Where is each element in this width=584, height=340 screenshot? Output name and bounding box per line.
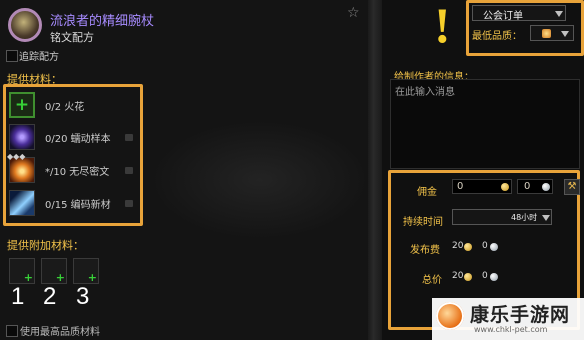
duration-dropdown[interactable]: 48小时 [452,209,552,225]
chevron-down-icon [561,31,569,37]
min-quality-label: 最低品质： [472,31,522,42]
silver-coin-icon [490,243,498,251]
comet-icon[interactable] [9,190,35,216]
silver-coin-icon [542,183,550,191]
order-type-value: 公会订单 [483,11,523,22]
optional-slot-1[interactable]: + [9,258,35,284]
panel-divider [368,0,382,340]
reagent-row[interactable]: 0/20 蠕动样本 [9,123,139,151]
track-recipe-checkbox[interactable] [6,50,18,62]
chevron-down-icon [542,215,550,221]
best-quality-checkbox[interactable] [6,325,18,337]
favorite-star-icon[interactable]: ☆ [347,5,360,21]
reagent-label: 0/20 蠕动样本 [45,134,111,145]
min-quality-dropdown[interactable] [530,25,574,41]
best-quality-label: 使用最高品质材料 [20,327,100,338]
slot-number-1: 1 [11,283,25,310]
hammer-icon[interactable]: ⚒ [564,179,580,195]
watermark: 康乐手游网 www.chkl-pet.com [432,298,584,340]
slot-number-3: 3 [76,283,90,310]
message-box[interactable]: 在此输入消息 [390,79,580,169]
background-glow [150,120,370,240]
reagent-label: */10 无尽密文 [45,167,110,178]
quality-pip-icon: ◆◆◆ [7,152,26,161]
gold-coin-icon [501,183,509,191]
silver-coin-icon [490,273,498,281]
gold-coin-icon [464,243,472,251]
message-placeholder: 在此输入消息 [395,87,455,98]
reagent-row[interactable]: ◆◆◆ */10 无尽密文 [7,152,139,184]
total-silver: 0 [482,271,488,281]
order-panel: ! 公会订单 最低品质： 给制作者的信息： 在此输入消息 佣金 0 0 ⚒ 持续… [382,0,584,340]
lock-icon [125,167,133,174]
duration-label: 持续时间 [403,217,443,228]
reagent-row[interactable]: + 0/2 火花 [9,91,139,119]
total-label: 总价 [422,275,442,286]
plus-icon[interactable]: + [9,92,35,118]
order-type-dropdown[interactable]: 公会订单 [472,5,566,22]
optional-slot-3[interactable]: + [73,258,99,284]
alert-icon: ! [434,0,451,53]
commission-label: 佣金 [417,187,437,198]
swirl-icon[interactable] [9,124,35,150]
watermark-name: 康乐手游网 [470,304,571,326]
optional-slot-2[interactable]: + [41,258,67,284]
optional-reagents-title: 提供附加材料： [7,239,84,252]
track-recipe-label: 追踪配方 [19,52,59,63]
watermark-url: www.chkl-pet.com [474,325,548,334]
reagent-label: 0/15 编码新材 [45,200,111,211]
recipe-name: 流浪者的精细腕杖 [50,14,155,29]
lock-icon [125,200,133,207]
reagent-label: 0/2 火花 [45,102,85,113]
slot-number-2: 2 [43,283,57,310]
total-gold: 20 [452,271,464,281]
lock-icon [125,134,133,141]
fee-silver: 0 [482,241,488,251]
chevron-down-icon [555,11,563,17]
reagent-row[interactable]: 0/15 编码新材 [9,189,139,217]
fee-gold: 20 [452,241,464,251]
recipe-icon [8,8,42,42]
fee-label: 发布费 [410,245,440,256]
quality-icon [542,29,551,38]
recipe-panel: 流浪者的精细腕杖 铭文配方 ☆ 追踪配方 提供材料： + 0/2 火花 0/20… [0,0,370,340]
plus-icon: + [55,271,65,284]
plus-icon: + [23,271,33,284]
recipe-category: 铭文配方 [50,31,94,44]
commission-silver-input[interactable]: 0 [517,179,553,194]
duration-value: 48小时 [511,213,538,222]
gold-coin-icon [464,273,472,281]
commission-gold-input[interactable]: 0 [452,179,512,194]
watermark-logo-icon [436,302,464,330]
